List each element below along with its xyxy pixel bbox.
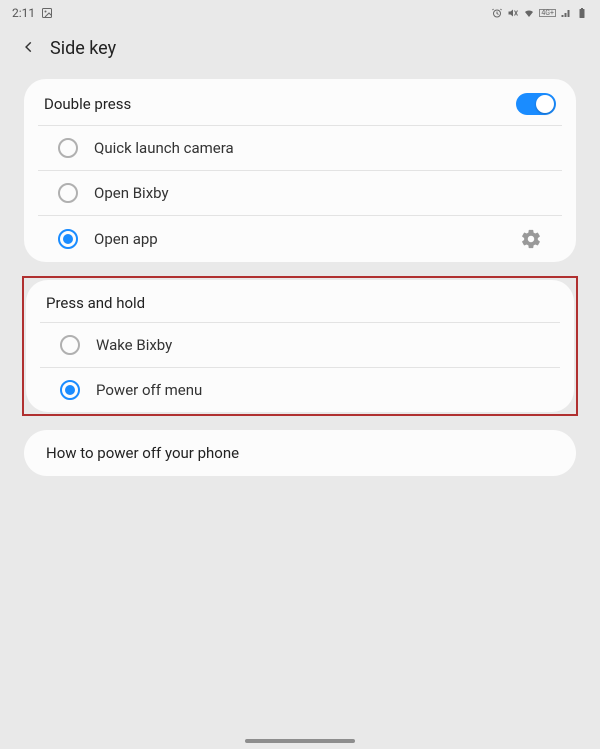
alarm-icon (491, 7, 503, 19)
picture-icon (41, 7, 53, 19)
battery-icon (576, 7, 588, 19)
page-header: Side key (0, 26, 600, 73)
radio-icon (60, 335, 80, 355)
option-label: Open app (94, 230, 504, 248)
option-label: Open Bixby (94, 184, 542, 202)
option-label: Wake Bixby (96, 336, 540, 354)
press-hold-title: Press and hold (46, 294, 145, 312)
press-hold-section: Press and hold Wake Bixby Power off menu (26, 280, 574, 412)
option-power-off-menu[interactable]: Power off menu (40, 367, 560, 412)
double-press-title: Double press (44, 95, 131, 113)
signal-icon (560, 7, 572, 19)
mute-icon (507, 7, 519, 19)
radio-icon (58, 183, 78, 203)
press-hold-highlight: Press and hold Wake Bixby Power off menu (22, 276, 578, 416)
option-label: Quick launch camera (94, 139, 542, 157)
status-bar: 2:11 4G+ (0, 0, 600, 26)
option-open-app[interactable]: Open app (38, 215, 562, 262)
radio-icon (58, 229, 78, 249)
press-hold-header: Press and hold (26, 280, 574, 322)
double-press-toggle[interactable] (516, 93, 556, 115)
option-open-bixby[interactable]: Open Bixby (38, 170, 562, 215)
gear-icon[interactable] (520, 228, 542, 250)
option-wake-bixby[interactable]: Wake Bixby (40, 322, 560, 367)
help-link-how-to-power-off[interactable]: How to power off your phone (24, 430, 576, 476)
option-quick-launch-camera[interactable]: Quick launch camera (38, 125, 562, 170)
double-press-header: Double press (24, 79, 576, 125)
radio-icon (60, 380, 80, 400)
wifi-icon (523, 7, 535, 19)
help-link-label: How to power off your phone (46, 444, 239, 462)
back-button[interactable] (22, 39, 36, 58)
option-label: Power off menu (96, 381, 540, 399)
home-indicator[interactable] (245, 739, 355, 743)
radio-icon (58, 138, 78, 158)
double-press-section: Double press Quick launch camera Open Bi… (24, 79, 576, 262)
page-title: Side key (50, 38, 116, 59)
status-time: 2:11 (12, 6, 35, 20)
chevron-left-icon (22, 40, 36, 54)
network-badge-icon: 4G+ (539, 9, 556, 17)
